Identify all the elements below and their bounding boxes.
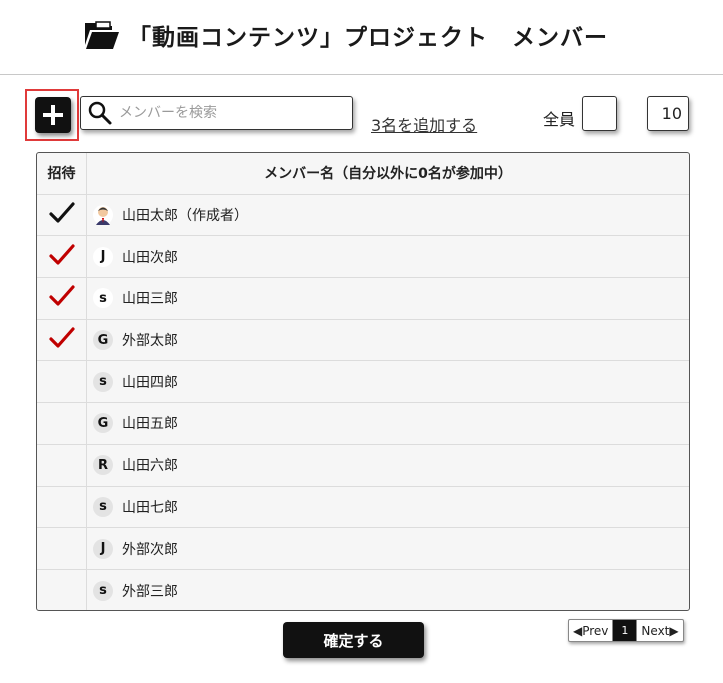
member-cell: s 山田四郎 [87,361,689,402]
invite-checkbox[interactable] [37,569,87,610]
checkmark-icon [48,284,75,312]
member-name: 山田次郎 [122,249,178,266]
table-row[interactable]: J 山田次郎 [37,236,689,279]
member-name: 山田三郎 [122,291,178,308]
avatar: J [93,538,113,559]
table-row[interactable]: R 山田六郎 [37,444,689,487]
member-name: 外部三郎 [122,583,178,600]
name-column-header: メンバー名（自分以外に0名が参加中） [264,166,512,183]
table-header-row: 招待 メンバー名（自分以外に0名が参加中） [37,153,689,195]
table-row[interactable]: J 外部次郎 [37,528,689,570]
page-title: 「動画コンテンツ」プロジェクト メンバー [128,25,608,51]
member-cell: s 外部三郎 [87,570,689,610]
member-cell: J 山田次郎 [87,236,689,277]
invite-checkbox[interactable] [37,361,87,403]
checkmark-icon [48,326,75,354]
pager-next-button[interactable]: Next▶ [636,620,682,641]
invite-checkbox[interactable] [37,319,87,361]
search-icon [88,101,112,125]
member-count-display: 10 [647,96,689,131]
table-row[interactable]: G 山田五郎 [37,403,689,445]
avatar: s [93,371,113,392]
select-all-label: 全員 [543,110,576,129]
member-name: 山田五郎 [122,416,178,433]
checkmark-icon [48,201,75,229]
checkmark-icon [48,243,75,271]
folder-open-icon [85,21,119,49]
avatar: s [93,496,113,517]
header-title-group: 「動画コンテンツ」プロジェクト メンバー [84,18,608,52]
add-member-button[interactable] [35,97,71,133]
member-cell: s 山田三郎 [87,278,689,319]
search-input[interactable] [117,104,346,122]
member-table: 招待 メンバー名（自分以外に0名が参加中） 山田太郎（作成者） J 山田次郎 s 山田三… [36,152,690,611]
avatar: s [93,288,113,309]
member-cell: G 外部太郎 [87,320,689,361]
avatar: s [93,580,113,601]
invite-checkbox[interactable] [37,486,87,528]
member-cell: s 山田七郎 [87,487,689,528]
member-name: 山田六郎 [122,458,178,475]
header: 「動画コンテンツ」プロジェクト メンバー [0,0,723,75]
invite-checkbox[interactable] [37,278,87,319]
member-name: 外部太郎 [122,333,178,350]
invite-checkbox[interactable] [37,194,87,236]
avatar: J [93,246,113,267]
member-name: 山田太郎（作成者） [122,208,248,225]
member-cell: G 山田五郎 [87,403,689,444]
invite-checkbox[interactable] [37,403,87,444]
member-name: 山田四郎 [122,374,178,391]
pager-current-page[interactable]: 1 [613,620,637,641]
member-name: 山田七郎 [122,499,178,516]
table-row[interactable]: s 山田四郎 [37,361,689,404]
table-row[interactable]: 山田太郎（作成者） [37,194,689,237]
table-row[interactable]: s 山田七郎 [37,486,689,529]
search-box [80,96,353,130]
select-all-checkbox[interactable] [582,96,617,131]
person-avatar-icon [93,205,113,226]
pagination: ◀Prev 1 Next▶ [568,619,684,642]
member-cell: J 外部次郎 [87,528,689,569]
add-members-link[interactable]: 3名を追加する [371,112,477,136]
table-row[interactable]: s 山田三郎 [37,278,689,320]
avatar: G [93,330,113,351]
table-row[interactable]: G 外部太郎 [37,319,689,362]
invite-checkbox[interactable] [37,236,87,278]
plus-icon [43,105,63,125]
pager-prev-button[interactable]: ◀Prev [569,620,614,641]
confirm-button[interactable]: 確定する [283,622,424,658]
member-cell: 山田太郎（作成者） [87,195,689,236]
member-name: 外部次郎 [122,541,178,558]
invite-checkbox[interactable] [37,444,87,486]
avatar: R [93,455,113,476]
avatar: G [93,413,113,434]
invite-checkbox[interactable] [37,528,87,569]
invite-column-header: 招待 [37,153,87,194]
table-row[interactable]: s 外部三郎 [37,569,689,610]
member-cell: R 山田六郎 [87,445,689,486]
